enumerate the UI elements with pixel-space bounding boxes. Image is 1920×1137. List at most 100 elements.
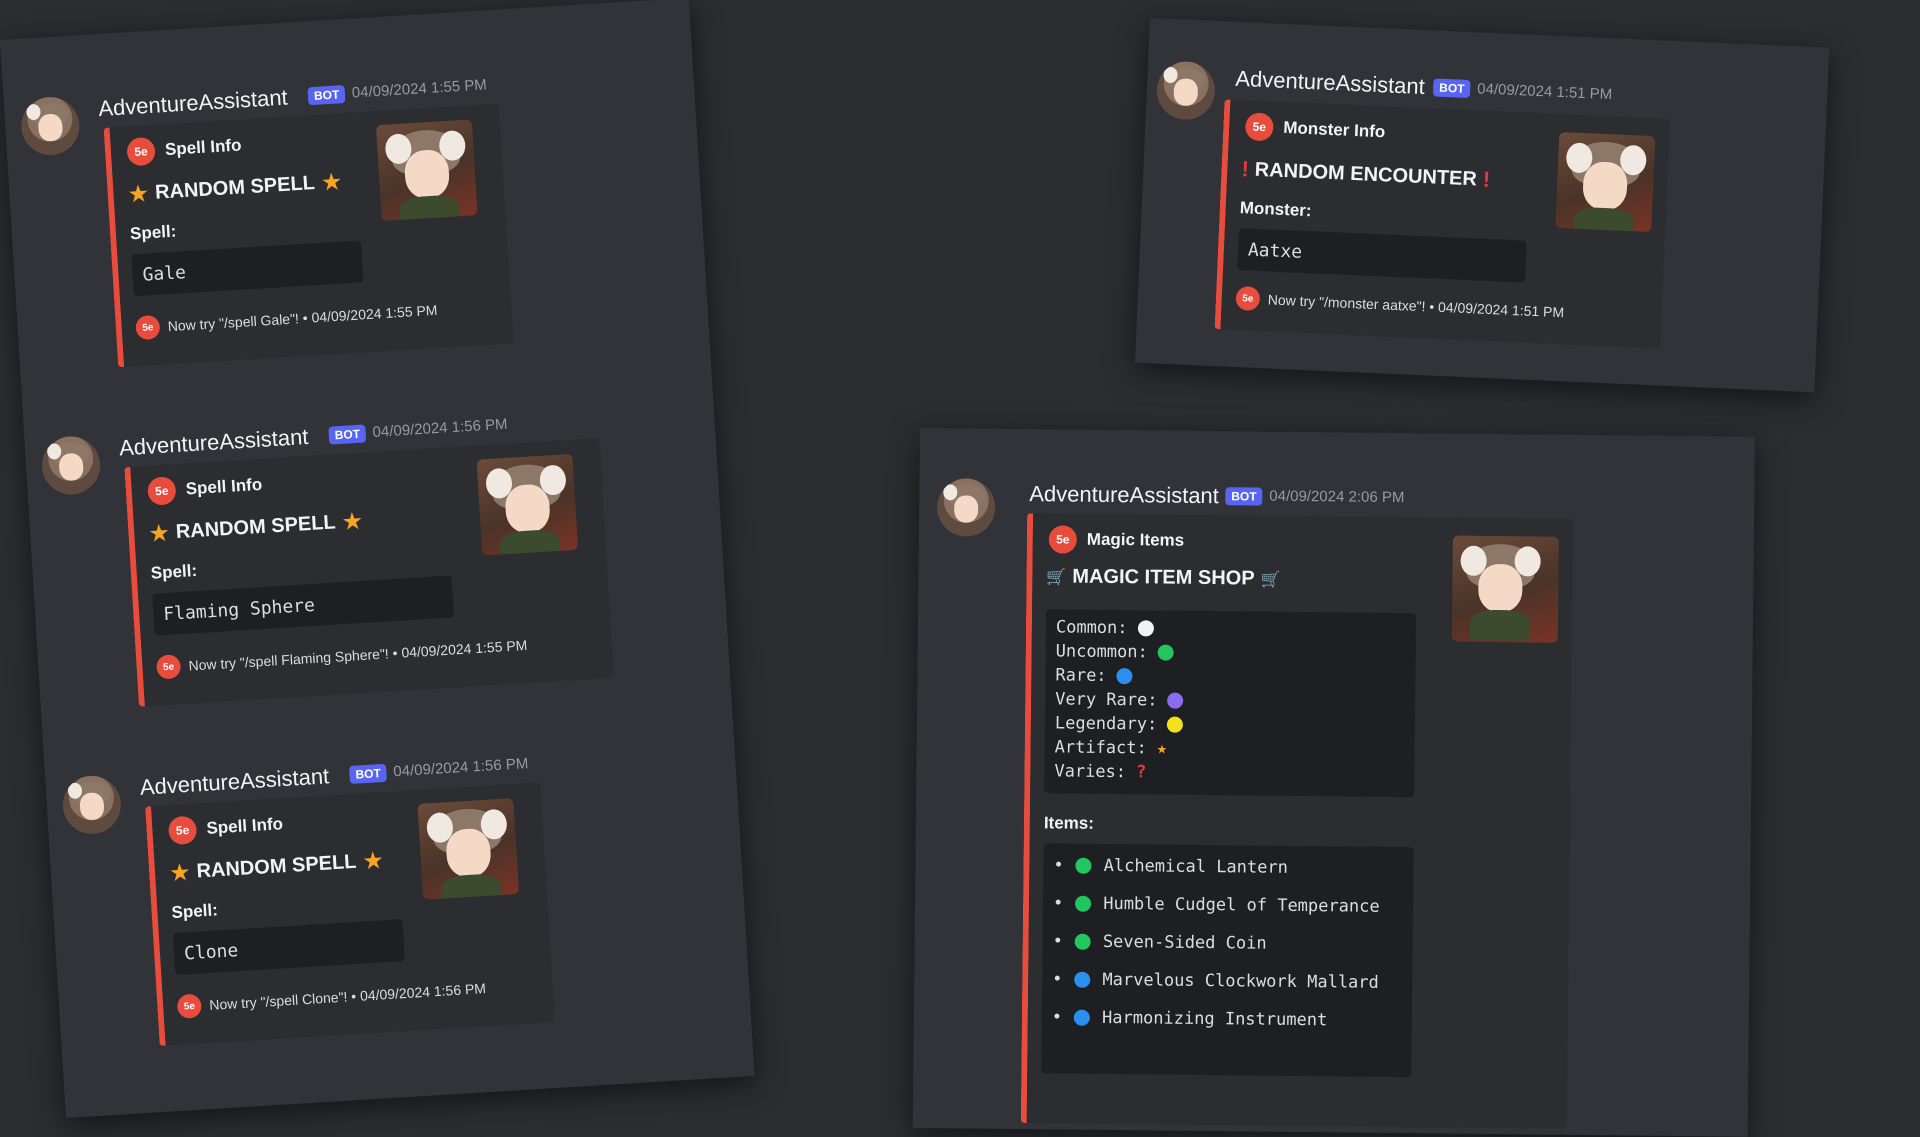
- item-name[interactable]: Alchemical Lantern: [1104, 856, 1288, 878]
- bot-avatar[interactable]: [40, 434, 102, 497]
- bot-tag: BOT: [1432, 78, 1471, 99]
- open5e-icon: 5e: [135, 314, 161, 341]
- spell-embed: 5e Spell Info ★ RANDOM SPELL ★ Spell: Clone 5e N…: [145, 782, 555, 1047]
- spell-value[interactable]: Clone: [172, 919, 405, 976]
- item-name[interactable]: Humble Cudgel of Temperance: [1103, 894, 1380, 917]
- field-name: Spell:: [171, 900, 219, 923]
- open5e-icon: 5e: [155, 654, 182, 680]
- message-timestamp: 04/09/2024 2:06 PM: [1269, 487, 1405, 507]
- legend-label: Common:: [1055, 617, 1128, 639]
- star-icon: ★: [1156, 738, 1168, 759]
- embed-author-name: Spell Info: [164, 135, 242, 160]
- bot-username[interactable]: AdventureAssistant: [98, 85, 289, 123]
- bot-username[interactable]: AdventureAssistant: [1029, 481, 1219, 509]
- open5e-icon: 5e: [1235, 286, 1261, 312]
- list-item: • Alchemical Lantern: [1053, 855, 1288, 877]
- legend-label: Varies:: [1054, 761, 1127, 783]
- spell-message: AdventureAssistant BOT 04/09/2024 1:56 PM 5…: [40, 396, 729, 707]
- legend-label: Rare:: [1055, 665, 1107, 686]
- embed-author-name: Spell Info: [185, 474, 263, 499]
- open5e-icon: 5e: [147, 476, 177, 506]
- message-timestamp: 04/09/2024 1:56 PM: [372, 415, 509, 441]
- embed-thumbnail[interactable]: [375, 119, 478, 222]
- bot-username[interactable]: AdventureAssistant: [139, 763, 330, 801]
- star-icon: ★: [340, 507, 364, 537]
- monster-message: AdventureAssistant BOT 04/09/2024 1:51 P…: [1155, 60, 1837, 349]
- embed-title-text: RANDOM ENCOUNTER: [1254, 158, 1478, 190]
- embed-thumbnail[interactable]: [417, 798, 520, 900]
- list-item: • Humble Cudgel of Temperance: [1053, 893, 1380, 916]
- item-name[interactable]: Marvelous Clockwork Mallard: [1102, 970, 1379, 993]
- spell-panel: AdventureAssistant BOT 04/09/2024 1:55 PM 5…: [0, 0, 755, 1118]
- embed-title: ★ RANDOM SPELL ★: [127, 167, 343, 209]
- bot-avatar[interactable]: [936, 478, 996, 537]
- field-name: Spell:: [129, 221, 177, 244]
- spell-value[interactable]: Flaming Sphere: [152, 575, 455, 636]
- field-name: Spell:: [150, 560, 198, 583]
- bot-username[interactable]: AdventureAssistant: [1235, 66, 1425, 100]
- legend-row: Very Rare:: [1055, 689, 1184, 711]
- embed-author: 5e Spell Info: [147, 471, 263, 506]
- legend-label: Uncommon:: [1055, 641, 1148, 663]
- embed-title: ! RANDOM ENCOUNTER !: [1241, 156, 1491, 193]
- rarity-legend: Common: Uncommon: Rare: Very Rare: Legendary…: [1044, 609, 1417, 798]
- embed-thumbnail[interactable]: [476, 453, 579, 556]
- exclamation-icon: !: [1240, 156, 1250, 182]
- star-icon: ★: [361, 847, 385, 876]
- bullet-icon: •: [1053, 855, 1064, 876]
- monster-value[interactable]: Aatxe: [1237, 228, 1527, 283]
- bullet-icon: •: [1052, 969, 1063, 990]
- embed-author: 5e Spell Info: [167, 810, 284, 846]
- embed-author: 5e Monster Info: [1244, 112, 1386, 146]
- rarity-circle-icon: [1137, 620, 1154, 637]
- shopping-cart-icon: 🛒: [1046, 568, 1067, 587]
- star-icon: ★: [126, 180, 150, 209]
- embed-thumbnail[interactable]: [1451, 535, 1559, 643]
- list-item: • Harmonizing Instrument: [1052, 1007, 1328, 1030]
- spell-value[interactable]: Gale: [131, 240, 364, 297]
- open5e-icon: 5e: [126, 136, 156, 167]
- embed-title-text: RANDOM SPELL: [175, 511, 337, 544]
- legend-row: Rare:: [1055, 665, 1133, 686]
- bot-avatar[interactable]: [61, 774, 123, 836]
- star-icon: ★: [147, 519, 171, 548]
- embed-thumbnail[interactable]: [1555, 131, 1656, 233]
- bot-tag: BOT: [328, 424, 367, 445]
- rarity-circle-icon: [1116, 668, 1133, 685]
- bot-avatar[interactable]: [19, 95, 82, 157]
- monster-embed: 5e Monster Info ! RANDOM ENCOUNTER ! Mon…: [1214, 99, 1671, 349]
- embed-footer: 5e Now try "/spell Flaming Sphere"! • 04/…: [155, 633, 528, 680]
- rarity-circle-icon: [1157, 644, 1174, 661]
- list-item: • Seven-Sided Coin: [1053, 931, 1267, 953]
- bot-avatar[interactable]: [1155, 60, 1217, 121]
- shop-embed: 5e Magic Items 🛒 MAGIC ITEM SHOP 🛒 Commo…: [1020, 513, 1574, 1129]
- item-name[interactable]: Harmonizing Instrument: [1102, 1008, 1327, 1030]
- open5e-icon: 5e: [176, 993, 203, 1019]
- spell-embed: 5e Spell Info ★ RANDOM SPELL ★ Spell: Flaming …: [124, 438, 615, 707]
- spell-message: AdventureAssistant BOT 04/09/2024 1:56 PM 5…: [61, 736, 750, 1047]
- bot-tag: BOT: [1225, 487, 1263, 506]
- legend-row: Uncommon:: [1056, 641, 1174, 662]
- embed-title-text: RANDOM SPELL: [195, 850, 358, 883]
- exclamation-icon: !: [1482, 166, 1491, 192]
- message-timestamp: 04/09/2024 1:56 PM: [392, 755, 529, 781]
- open5e-icon: 5e: [1244, 112, 1274, 142]
- spell-message: AdventureAssistant BOT 04/09/2024 1:55 PM 5…: [19, 57, 709, 368]
- footer-text: Now try "/monster aatxe"! • 04/09/2024 1…: [1267, 291, 1565, 321]
- item-name[interactable]: Seven-Sided Coin: [1103, 932, 1267, 954]
- message-timestamp: 04/09/2024 1:51 PM: [1476, 80, 1613, 104]
- bot-username[interactable]: AdventureAssistant: [118, 424, 309, 462]
- star-icon: ★: [320, 168, 344, 197]
- embed-title: ★ RANDOM SPELL ★: [148, 507, 364, 549]
- list-item: • Marvelous Clockwork Mallard: [1052, 969, 1379, 992]
- embed-footer: 5e Now try "/spell Gale"! • 04/09/2024 1:…: [135, 298, 438, 341]
- legend-row: Common:: [1056, 617, 1154, 638]
- footer-text: Now try "/spell Clone"! • 04/09/2024 1:5…: [208, 980, 487, 1014]
- monster-panel: AdventureAssistant BOT 04/09/2024 1:51 P…: [1134, 18, 1830, 393]
- embed-author-name: Magic Items: [1086, 529, 1185, 550]
- embed-author-name: Spell Info: [205, 814, 284, 838]
- star-icon: ★: [168, 858, 192, 888]
- legend-row: Legendary:: [1055, 713, 1184, 735]
- embed-title-text: RANDOM SPELL: [154, 172, 316, 204]
- embed-footer: 5e Now try "/monster aatxe"! • 04/09/202…: [1235, 286, 1564, 324]
